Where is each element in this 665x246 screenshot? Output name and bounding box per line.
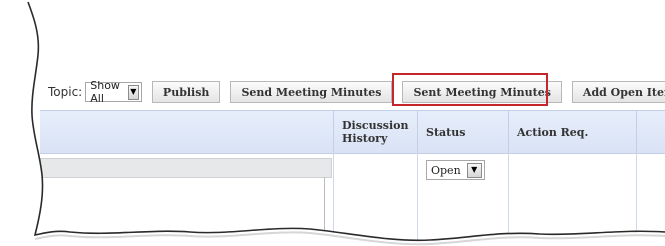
torn-page-excerpt: Topic: Show All ▼ Publish Send Meeting M… [0, 0, 665, 246]
torn-edge-outline [27, 1, 665, 246]
